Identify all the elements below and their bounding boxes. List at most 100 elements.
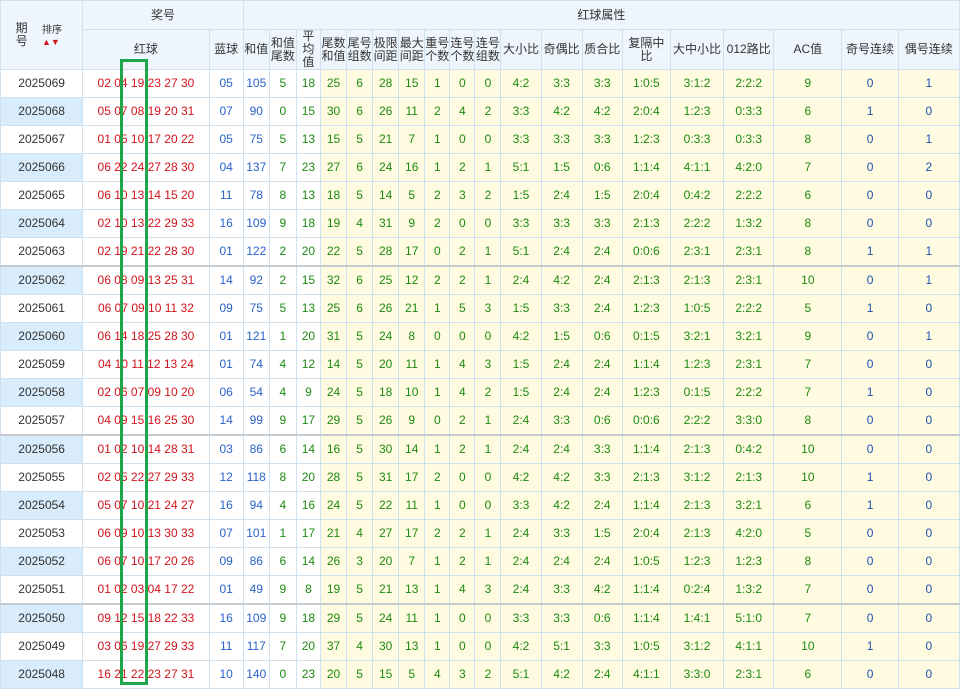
attr-cell: 6 [346, 265, 374, 295]
attr-cell: 24 [319, 378, 348, 407]
attr-cell: 4 [346, 519, 374, 548]
attr-header-15: 012路比 [723, 29, 775, 70]
attr-cell: 3:3 [540, 575, 583, 605]
attr-cell: 2:1:3 [723, 463, 775, 492]
attr-cell: 54 [242, 378, 270, 407]
attr-cell: 14 [295, 547, 321, 576]
period-cell: 2025050 [0, 603, 84, 633]
attr-cell: 1 [897, 237, 960, 267]
blue-ball-cell: 05 [208, 125, 244, 154]
red-balls-cell: 02 19 21 22 28 30 [82, 237, 210, 267]
attr-cell: 3:3 [540, 125, 583, 154]
attr-cell: 14 [372, 181, 400, 210]
attr-cell: 4 [449, 97, 476, 126]
attr-cell: 4:2 [540, 97, 583, 126]
blue-ball-cell: 09 [208, 547, 244, 576]
attr-cell: 0 [841, 519, 899, 548]
attr-cell: 5 [346, 125, 374, 154]
attr-cell: 2 [424, 97, 451, 126]
attr-cell: 17 [398, 237, 426, 267]
attr-cell: 1:5 [500, 181, 542, 210]
attr-cell: 92 [242, 265, 270, 295]
attr-cell: 0 [897, 463, 960, 492]
attr-cell: 10 [773, 463, 843, 492]
attr-cell: 5 [268, 125, 297, 154]
red-balls-cell: 06 08 09 13 25 31 [82, 265, 210, 295]
attr-cell: 3 [474, 294, 502, 323]
attr-cell: 4:2 [500, 69, 542, 98]
attr-cell: 26 [372, 294, 400, 323]
attr-cell: 6 [773, 181, 843, 210]
attr-cell: 1 [474, 519, 502, 548]
attr-cell: 3:3 [540, 519, 583, 548]
attr-cell: 0 [268, 660, 297, 689]
attr-cell: 6 [773, 97, 843, 126]
attr-cell: 2:2:2 [723, 69, 775, 98]
attr-cell: 4 [268, 378, 297, 407]
attr-cell: 18 [295, 603, 321, 633]
attr-cell: 24 [319, 491, 348, 520]
attr-cell: 10 [773, 265, 843, 295]
attr-cell: 5 [773, 294, 843, 323]
blue-ball-cell: 09 [208, 294, 244, 323]
attr-cell: 2 [424, 181, 451, 210]
attr-cell: 18 [319, 181, 348, 210]
blue-ball-cell: 14 [208, 406, 244, 436]
attr-cell: 1 [474, 434, 502, 464]
attr-cell: 31 [372, 209, 400, 238]
attr-cell: 25 [372, 265, 400, 295]
attr-cell: 109 [242, 209, 270, 238]
attr-cell: 2:3:1 [723, 350, 775, 379]
attr-cell: 5 [346, 491, 374, 520]
attr-cell: 1:5 [500, 378, 542, 407]
attr-cell: 11 [398, 350, 426, 379]
attr-cell: 3:3 [500, 97, 542, 126]
attr-cell: 3:1:2 [669, 463, 725, 492]
attr-cell: 30 [319, 97, 348, 126]
attr-cell: 20 [295, 237, 321, 267]
attr-cell: 1:5 [540, 322, 583, 351]
attr-cell: 4 [268, 491, 297, 520]
attr-cell: 0 [474, 322, 502, 351]
period-cell: 2025062 [0, 265, 84, 295]
blue-ball-cell: 16 [208, 209, 244, 238]
attr-cell: 8 [773, 547, 843, 576]
attr-cell: 1:2:3 [669, 350, 725, 379]
attr-cell: 0 [841, 434, 899, 464]
attr-cell: 17 [398, 519, 426, 548]
attr-cell: 0 [474, 209, 502, 238]
attr-cell: 4:2 [581, 575, 623, 605]
red-balls-cell: 06 14 18 25 28 30 [82, 322, 210, 351]
attr-cell: 2 [449, 434, 476, 464]
attr-cell: 3:1:2 [669, 69, 725, 98]
attr-cell: 12 [398, 265, 426, 295]
attr-cell: 0 [424, 237, 451, 267]
attr-cell: 0 [424, 322, 451, 351]
attr-cell: 3:3 [581, 125, 623, 154]
attr-cell: 1:5 [581, 181, 623, 210]
attr-cell: 9 [398, 406, 426, 436]
attr-cell: 5 [346, 575, 374, 605]
attr-cell: 28 [319, 463, 348, 492]
attr-cell: 13 [295, 125, 321, 154]
attr-cell: 9 [268, 406, 297, 436]
attr-cell: 2 [424, 463, 451, 492]
attr-cell: 0:2:4 [669, 575, 725, 605]
blue-ball-cell: 01 [208, 322, 244, 351]
attr-cell: 1 [897, 125, 960, 154]
attr-cell: 7 [773, 350, 843, 379]
red-balls-cell: 02 06 07 09 10 20 [82, 378, 210, 407]
attr-cell: 1:1:4 [621, 575, 671, 605]
attr-cell: 1:0:5 [669, 294, 725, 323]
attr-cell: 5 [398, 181, 426, 210]
attr-cell: 8 [773, 209, 843, 238]
sort-button[interactable]: 排序 ▲▼ [42, 26, 62, 48]
attr-cell: 1 [424, 378, 451, 407]
attr-cell: 15 [295, 265, 321, 295]
attr-cell: 3:3:0 [669, 660, 725, 689]
attr-cell: 17 [398, 463, 426, 492]
attr-cell: 1:1:4 [621, 603, 671, 633]
attr-header-8: 连号个数 [449, 29, 476, 70]
attr-cell: 1 [424, 125, 451, 154]
attr-cell: 0 [841, 575, 899, 605]
